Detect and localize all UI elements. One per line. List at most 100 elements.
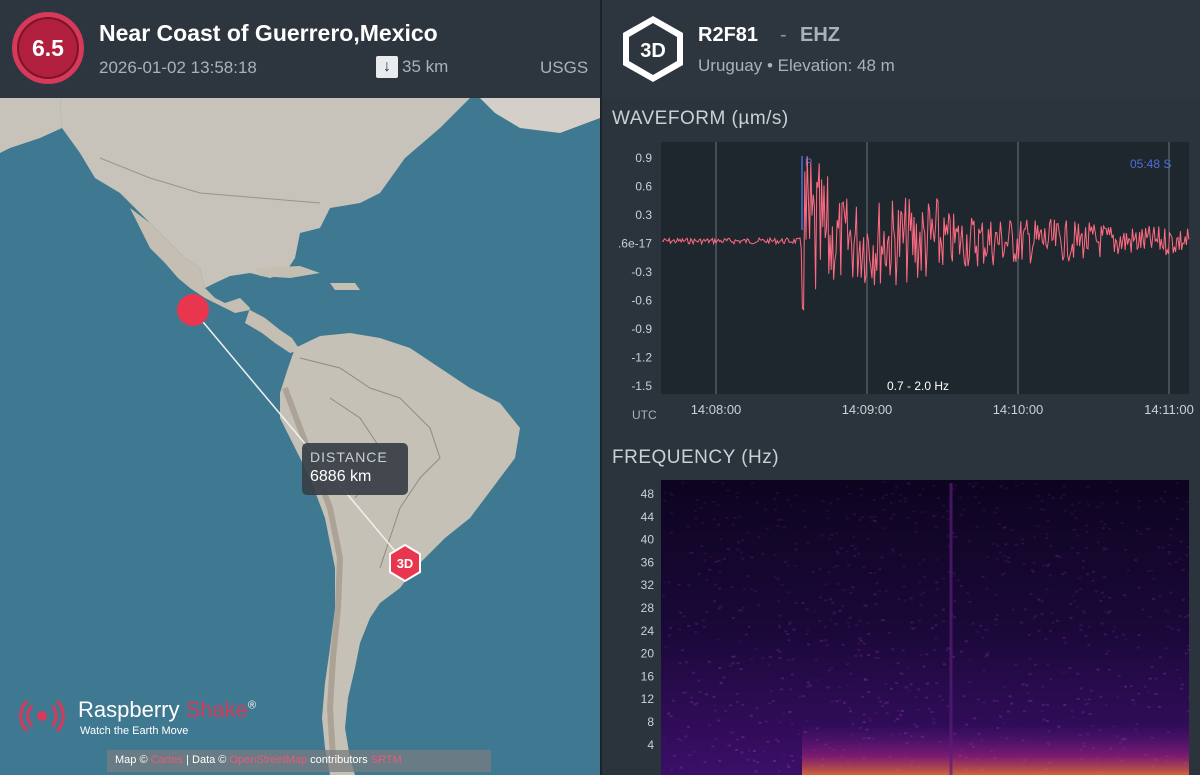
spectrogram-cell bbox=[920, 593, 924, 596]
spectrogram-cell bbox=[705, 610, 708, 613]
spectrogram-cell bbox=[974, 482, 978, 485]
spectrogram-cell bbox=[968, 659, 972, 662]
spectrogram-cell bbox=[1108, 597, 1112, 599]
attribution-osm-link[interactable]: OpenStreetMap bbox=[229, 754, 307, 766]
spectrogram-cell bbox=[1135, 530, 1139, 533]
spectrogram-cell bbox=[873, 572, 877, 575]
spectrogram-cell bbox=[773, 554, 777, 556]
spectrogram-cell bbox=[1004, 560, 1008, 562]
spectrogram-cell bbox=[1159, 497, 1163, 500]
y-tick-label: -1.2 bbox=[631, 351, 652, 365]
spectrogram-cell bbox=[1100, 622, 1104, 625]
attribution-maps-link[interactable]: Cartes bbox=[151, 754, 183, 766]
spectrogram-cell bbox=[777, 769, 781, 772]
spectrogram-chart[interactable]: 48 44 40 36 32 28 24 20 16 12 8 4 bbox=[602, 475, 1200, 775]
spectrogram-cell bbox=[826, 686, 830, 689]
spectrogram-cell bbox=[959, 585, 963, 587]
map-view[interactable]: 3D DISTANCE 6886 km bbox=[0, 98, 600, 775]
spectrogram-cell bbox=[903, 497, 907, 500]
attribution-srtm-link[interactable]: SRTM bbox=[371, 754, 402, 766]
spectrogram-cell bbox=[741, 704, 745, 706]
spectrogram-cell bbox=[731, 662, 735, 665]
spectrogram-cell bbox=[695, 702, 699, 705]
spectrogram-cell bbox=[802, 509, 806, 512]
spectrogram-cell bbox=[919, 653, 923, 656]
y-tick-label: 0.6 bbox=[635, 180, 652, 194]
spectrogram-cell bbox=[776, 740, 780, 743]
spectrogram-cell bbox=[946, 518, 950, 521]
spectrogram-cell bbox=[941, 504, 945, 507]
spectrogram-cell bbox=[1177, 629, 1180, 632]
spectrogram-cell bbox=[1034, 663, 1038, 666]
spectrogram-cell bbox=[684, 691, 688, 694]
spectrogram-cell bbox=[1158, 595, 1162, 598]
spectrogram-cell bbox=[882, 619, 885, 622]
spectrogram-cell bbox=[1137, 692, 1141, 695]
spectrogram-cell bbox=[1117, 674, 1121, 677]
spectrogram-cell bbox=[805, 608, 809, 611]
spectrogram-cell bbox=[1075, 534, 1079, 537]
spectrogram-cell bbox=[880, 704, 884, 707]
spectrogram-cell bbox=[741, 606, 745, 609]
spectrogram-cell bbox=[1062, 671, 1066, 674]
spectrogram-cell bbox=[826, 517, 830, 520]
spectrogram-cell bbox=[676, 738, 680, 740]
spectrogram-cell bbox=[1076, 697, 1080, 700]
spectrogram-cell bbox=[907, 689, 911, 692]
spectrogram-cell bbox=[952, 655, 956, 658]
spectrogram-cell bbox=[942, 577, 946, 580]
spectrogram-cell bbox=[716, 638, 719, 641]
station-marker-label[interactable]: 3D bbox=[397, 556, 414, 571]
spectrogram-cell bbox=[925, 696, 929, 699]
station-header: 3D R2F81 - EHZ Uruguay • Elevation: 48 m bbox=[602, 0, 1200, 98]
spectrogram-cell bbox=[664, 645, 668, 648]
spectrogram-cell bbox=[764, 508, 768, 511]
spectrogram-cell bbox=[932, 722, 936, 725]
spectrogram-cell bbox=[982, 701, 986, 704]
spectrogram-cell bbox=[701, 522, 705, 525]
spectrogram-cell bbox=[1028, 673, 1032, 676]
spectrogram-cell bbox=[934, 559, 938, 561]
spectrogram-cell bbox=[1033, 615, 1037, 618]
spectrogram-cell bbox=[806, 681, 810, 684]
spectrogram-cell bbox=[1137, 499, 1141, 502]
spectrogram-cell bbox=[790, 754, 793, 757]
spectrogram-cell bbox=[699, 507, 703, 510]
spectrogram-cell bbox=[862, 713, 866, 716]
spectrogram-cell bbox=[795, 494, 799, 497]
brand-name: Raspberry Shake® bbox=[78, 697, 256, 723]
spectrogram-cell bbox=[932, 514, 936, 517]
spectrogram-cell bbox=[814, 658, 818, 661]
spectrogram-cell bbox=[747, 625, 751, 628]
spectrogram-cell bbox=[999, 485, 1003, 488]
spectrogram-cell bbox=[1070, 513, 1074, 516]
spectrogram-cell bbox=[846, 621, 850, 624]
spectrogram-cell bbox=[973, 496, 977, 499]
spectrogram-cell bbox=[918, 619, 921, 622]
spectrogram-cell bbox=[731, 617, 735, 619]
spectrogram-cell bbox=[1158, 656, 1162, 659]
spectrogram-cell bbox=[711, 745, 715, 748]
spectrogram-cell bbox=[1045, 588, 1049, 591]
spectrogram-cell bbox=[702, 625, 706, 628]
spectrogram-cell bbox=[1187, 696, 1191, 699]
spectrogram-cell bbox=[1042, 564, 1046, 567]
spectrogram-cell bbox=[1137, 506, 1141, 509]
spectrogram-cell bbox=[832, 566, 836, 569]
spectrogram-cell bbox=[1010, 702, 1014, 705]
spectrogram-cell bbox=[669, 531, 673, 534]
spectrogram-cell bbox=[779, 614, 783, 617]
spectrogram-cell bbox=[946, 510, 949, 513]
spectrogram-cell bbox=[1003, 686, 1007, 688]
spectrogram-cell bbox=[941, 608, 945, 611]
spectrogram-cell bbox=[1115, 636, 1119, 639]
y-tick-label: 0.3 bbox=[635, 208, 652, 222]
spectrogram-cell bbox=[1047, 493, 1051, 496]
spectrogram-cell bbox=[851, 586, 855, 589]
spectrogram-cell bbox=[993, 511, 997, 514]
spectrogram-cell bbox=[968, 681, 972, 684]
spectrogram-cell bbox=[769, 690, 773, 693]
waveform-chart[interactable]: 0.9 0.6 0.3 .6e-17 -0.3 -0.6 -0.9 -1.2 -1.5 14:0… bbox=[602, 140, 1200, 430]
spectrogram-cell bbox=[724, 709, 728, 712]
spectrogram-cell bbox=[698, 690, 702, 693]
